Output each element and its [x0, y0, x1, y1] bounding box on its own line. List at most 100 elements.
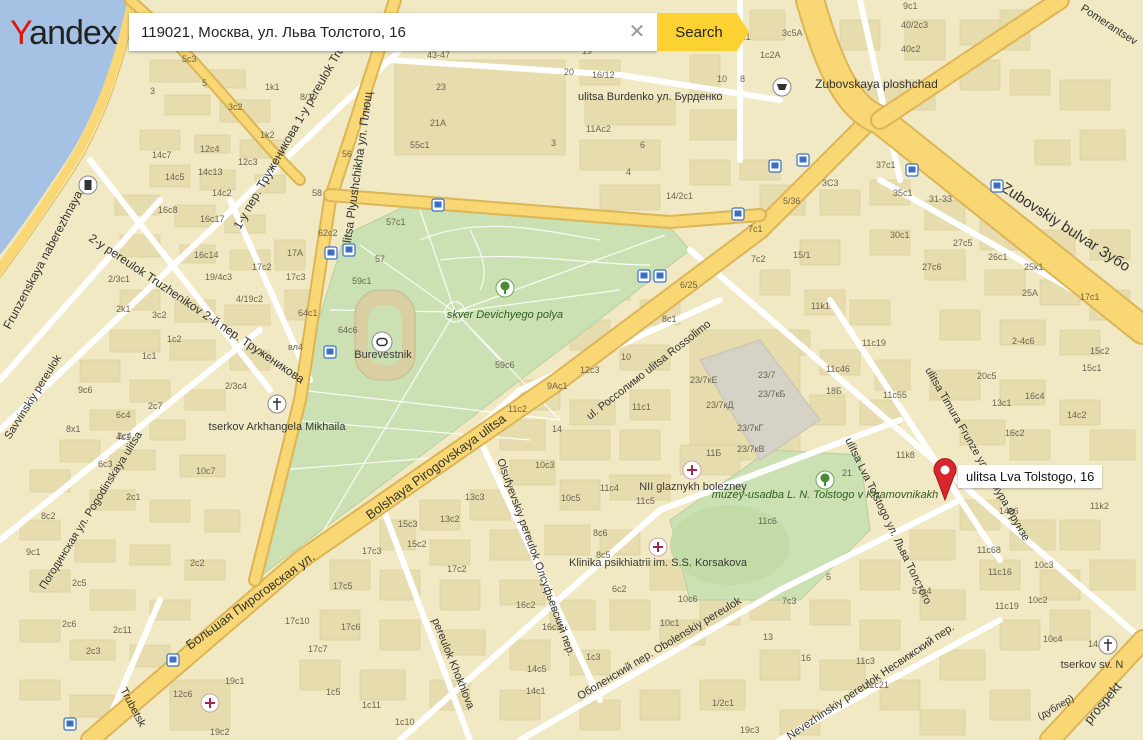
tree-icon[interactable]: [495, 278, 515, 298]
building-number: 11c19: [862, 338, 886, 348]
building-number: 23/7кГ: [737, 423, 763, 433]
tree-icon[interactable]: [815, 470, 835, 490]
building-number: 57c4: [912, 586, 932, 596]
bus-stop-icon[interactable]: [768, 159, 782, 173]
building-number: 11c21: [865, 680, 889, 690]
search-clear-icon[interactable]: ✕: [627, 22, 647, 42]
building-number: 16c2: [1005, 428, 1025, 438]
building-number: 13: [763, 632, 773, 642]
building-number: 17c5: [333, 581, 353, 591]
bus-stop-icon[interactable]: [166, 653, 180, 667]
building-number: 57c1: [386, 217, 406, 227]
building-number: 25k1: [1024, 262, 1044, 272]
building-number: 11c6: [758, 516, 777, 526]
building-number: 23/7кЕ: [690, 375, 717, 385]
building-number: 2c3: [86, 646, 101, 656]
poi-label-clinic: Klinika psikhiatrii im. S.S. Korsakova: [569, 557, 748, 569]
bus-stop-icon[interactable]: [990, 179, 1004, 193]
bus-stop-icon[interactable]: [796, 153, 810, 167]
building-number: 16c17: [200, 214, 225, 224]
building-number: 10c7: [196, 466, 216, 476]
building-number: 59c1: [352, 276, 372, 286]
building-number: 1c2: [167, 334, 182, 344]
building-number: 14c5: [527, 664, 547, 674]
street-label: Zubovskaya ploshchad: [815, 77, 938, 91]
map-canvas[interactable]: Frunzenskaya naberezhnaya 2-y pereulok T…: [0, 0, 1143, 740]
building-number: 14c13: [198, 167, 223, 177]
building-number: 8/1: [300, 92, 313, 102]
building-number: 62c2: [318, 228, 338, 238]
building-number: 1c2A: [760, 50, 781, 60]
building-number: 15c1: [1082, 363, 1102, 373]
bus-stop-icon[interactable]: [731, 207, 745, 221]
building-number: 6c4: [116, 410, 131, 420]
building-number: 20: [564, 67, 574, 77]
building-number: 25A: [1022, 288, 1038, 298]
building-number: 2c2: [190, 558, 205, 568]
building-number: 20c5: [977, 371, 997, 381]
building-number: 11c4: [600, 483, 619, 493]
building-number: 17c6: [341, 622, 361, 632]
bus-stop-icon[interactable]: [653, 269, 667, 283]
logo-initial: Y: [10, 14, 30, 52]
yandex-logo[interactable]: Yandex: [10, 14, 118, 53]
building-number: 14: [552, 424, 562, 434]
building-number: 27c5: [953, 238, 973, 248]
building-number: 3c2: [152, 310, 167, 320]
shop-icon[interactable]: [772, 77, 792, 97]
building-number: 1c1: [142, 351, 157, 361]
building-number: 16/12: [592, 70, 615, 80]
building-number: 19c2: [210, 727, 230, 737]
fuel-icon[interactable]: [78, 175, 98, 195]
building-number: 19c1: [225, 676, 245, 686]
building-number: 13c3: [465, 492, 485, 502]
building-number: 3c5A: [782, 28, 803, 38]
church-icon[interactable]: [267, 394, 287, 414]
building-number: 1k1: [265, 82, 280, 92]
building-number: 59c6: [495, 360, 515, 370]
poi-label-church: tserkov Arkhangela Mikhaila: [209, 421, 347, 433]
building-number: 35c1: [893, 188, 913, 198]
building-number: 3C3: [822, 178, 839, 188]
church-icon[interactable]: [1098, 635, 1118, 655]
building-number: 8: [740, 74, 745, 84]
pin-address-label[interactable]: ulitsa Lva Tolstogo, 16: [958, 465, 1103, 488]
bus-stop-icon[interactable]: [905, 163, 919, 177]
building-number: 17c7: [308, 644, 328, 654]
building-number: 10: [717, 74, 727, 84]
bus-stop-icon[interactable]: [431, 198, 445, 212]
building-number: 1k2: [260, 130, 275, 140]
search-button[interactable]: Search: [657, 13, 737, 51]
building-number: 43-47: [427, 50, 450, 60]
building-number: 14c2: [1067, 410, 1087, 420]
building-number: 1c5: [326, 687, 341, 697]
building-number: 15c2: [407, 539, 427, 549]
building-number: 21A: [430, 118, 446, 128]
stadium-icon[interactable]: [371, 331, 393, 353]
cross-icon[interactable]: [682, 460, 702, 480]
building-number: 11Б: [706, 448, 721, 458]
cross-icon[interactable]: [200, 693, 220, 713]
bus-stop-icon[interactable]: [637, 269, 651, 283]
building-number: 16c2: [516, 600, 536, 610]
building-number: 11c68: [977, 545, 1001, 555]
building-number: 11c55: [883, 390, 907, 400]
building-number: 8c1: [662, 314, 677, 324]
cross-icon[interactable]: [648, 537, 668, 557]
building-number: 10c1: [660, 618, 680, 628]
building-number: 2c5: [72, 578, 87, 588]
building-number: 8c6: [593, 528, 608, 538]
building-number: 15c2: [1090, 346, 1110, 356]
building-number: 12c3: [580, 365, 600, 375]
bus-stop-icon[interactable]: [324, 246, 338, 260]
building-number: 11k1: [811, 301, 830, 311]
building-number: 2-4c6: [1012, 336, 1035, 346]
search-input[interactable]: [129, 13, 621, 51]
bus-stop-icon[interactable]: [323, 345, 337, 359]
building-number: 7c2: [751, 254, 766, 264]
building-number: 17A: [287, 248, 303, 258]
building-number: 16c4: [1025, 391, 1045, 401]
building-number: 10: [621, 352, 631, 362]
bus-stop-icon[interactable]: [342, 243, 356, 257]
bus-stop-icon[interactable]: [63, 717, 77, 731]
